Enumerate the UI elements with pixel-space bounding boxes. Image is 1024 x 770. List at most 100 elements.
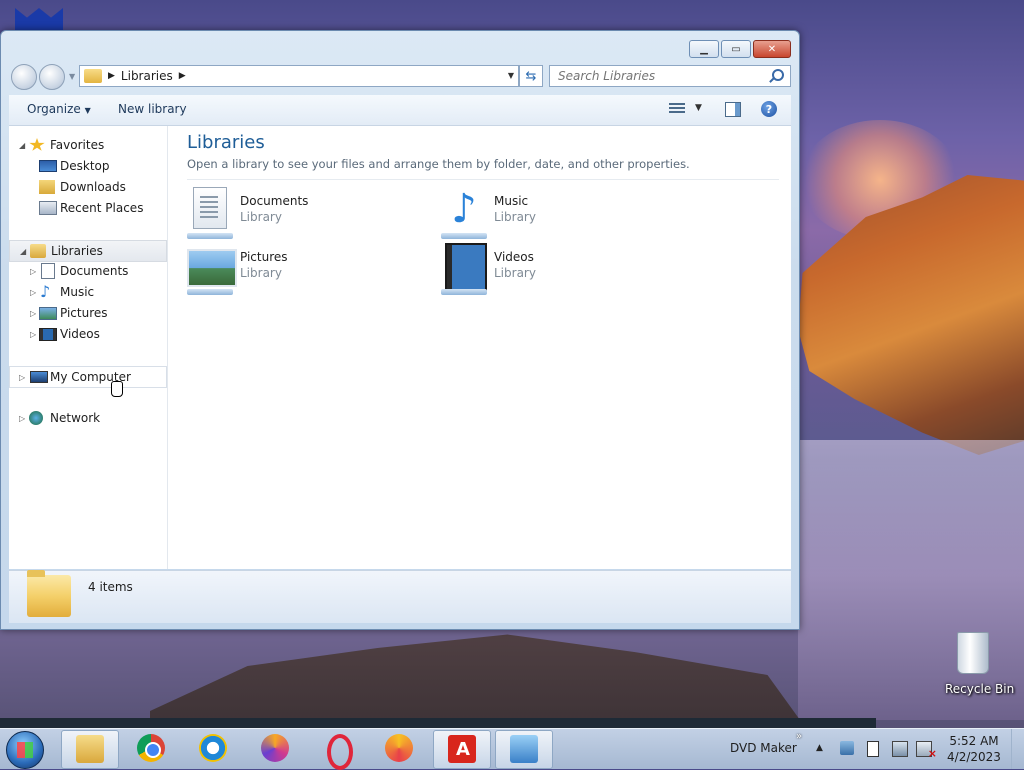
opera-icon: [327, 734, 353, 770]
collapsed-triangle-icon[interactable]: ▷: [30, 267, 36, 276]
taskbar-remote-desktop[interactable]: [495, 730, 553, 769]
back-button[interactable]: [11, 64, 37, 90]
library-name: Videos: [494, 250, 534, 264]
taskbar-internet-explorer[interactable]: [185, 730, 241, 767]
library-videos[interactable]: Videos Library: [441, 243, 671, 295]
shelf-icon: [187, 233, 233, 239]
recycle-bin-icon: [957, 632, 989, 674]
breadcrumb-separator-icon[interactable]: ▶: [108, 71, 115, 81]
nav-documents[interactable]: ▷ Documents: [9, 261, 165, 281]
nav-label: Libraries: [51, 244, 103, 258]
nav-recent-places[interactable]: Recent Places: [9, 198, 165, 218]
collapsed-triangle-icon[interactable]: ▷: [19, 414, 25, 423]
taskbar-explorer[interactable]: [61, 730, 119, 769]
start-button[interactable]: [6, 731, 44, 769]
collapsed-triangle-icon[interactable]: ▷: [30, 330, 36, 339]
music-icon: ♪: [40, 282, 51, 301]
change-view-icon[interactable]: [669, 103, 685, 115]
taskbar-avira[interactable]: [433, 730, 491, 769]
organize-button[interactable]: Organize ▼: [27, 102, 91, 116]
item-count: 4 items: [88, 580, 133, 594]
taskbar-brave-2[interactable]: [371, 730, 427, 767]
maximize-button[interactable]: ▭: [721, 40, 751, 58]
clock[interactable]: 5:52 AM 4/2/2023: [946, 733, 1002, 765]
libraries-icon: [30, 244, 46, 258]
help-icon[interactable]: ?: [761, 101, 777, 117]
nav-label: Videos: [60, 327, 100, 341]
library-type: Library: [494, 210, 536, 224]
expanded-triangle-icon[interactable]: ◢: [19, 141, 25, 150]
volume-muted-icon[interactable]: [916, 741, 937, 760]
taskbar-chrome[interactable]: [123, 730, 179, 767]
collapsed-triangle-icon[interactable]: ▷: [30, 309, 36, 318]
shelf-icon: [441, 233, 487, 239]
tray-toolbar-label[interactable]: DVD Maker: [730, 741, 797, 755]
view-options-dropdown-icon[interactable]: ▼: [695, 103, 702, 113]
nav-label: Downloads: [60, 180, 126, 194]
toolbar-overflow-icon[interactable]: »: [796, 731, 802, 742]
library-view: Libraries Open a library to see your fil…: [169, 126, 791, 569]
explorer-icon: [76, 735, 104, 763]
library-type: Library: [240, 266, 282, 280]
library-name: Music: [494, 194, 529, 208]
recycle-bin-shortcut[interactable]: Recycle Bin: [945, 630, 1015, 700]
favorites-star-icon: [29, 138, 45, 151]
nav-desktop[interactable]: Desktop: [9, 156, 165, 176]
brave-icon: [385, 734, 413, 762]
documents-library-icon: [193, 187, 227, 229]
clock-date: 4/2/2023: [947, 750, 1001, 764]
libraries-folder-icon: [84, 69, 102, 83]
wallpaper-rocks: [150, 634, 800, 720]
nav-label: Recent Places: [60, 201, 144, 215]
desktop-logo: [15, 8, 63, 32]
page-subtitle: Open a library to see your files and arr…: [187, 157, 690, 171]
address-bar[interactable]: ▶ Libraries ▶ ▼: [79, 65, 519, 87]
breadcrumb-chevron-icon[interactable]: ▶: [179, 71, 186, 81]
library-pictures[interactable]: Pictures Library: [187, 243, 417, 295]
taskbar: DVD Maker » ▲ 5:52 AM 4/2/2023: [0, 728, 1024, 770]
nav-network[interactable]: ▷ Network: [9, 408, 165, 428]
search-icon[interactable]: [772, 69, 784, 81]
nav-music[interactable]: ▷ ♪ Music: [9, 282, 165, 302]
show-desktop-button[interactable]: [1011, 729, 1024, 769]
collapsed-triangle-icon[interactable]: ▷: [30, 288, 36, 297]
expanded-triangle-icon[interactable]: ◢: [20, 247, 26, 256]
address-row: ▼ ▶ Libraries ▶ ▼ ⇆: [9, 64, 791, 90]
breadcrumb-libraries[interactable]: Libraries: [121, 69, 173, 83]
documents-icon: [41, 263, 55, 279]
search-box[interactable]: [549, 65, 791, 87]
action-center-flag-icon[interactable]: [867, 741, 879, 757]
shelf-icon: [441, 289, 487, 295]
close-button[interactable]: ✕: [753, 40, 791, 58]
recent-pages-dropdown[interactable]: ▼: [69, 72, 75, 81]
network-tray-icon[interactable]: [892, 741, 908, 757]
tray-app-icon[interactable]: [840, 741, 854, 755]
library-name: Documents: [240, 194, 309, 208]
taskbar-brave[interactable]: [247, 730, 303, 767]
address-dropdown-icon[interactable]: ▼: [508, 71, 514, 80]
collapsed-triangle-icon[interactable]: ▷: [19, 373, 25, 382]
nav-favorites[interactable]: ◢ Favorites: [9, 135, 165, 155]
nav-my-computer[interactable]: ▷ My Computer: [9, 366, 167, 388]
library-name: Pictures: [240, 250, 288, 264]
internet-explorer-icon: [199, 734, 227, 762]
library-music[interactable]: ♪ Music Library: [441, 187, 671, 239]
refresh-button[interactable]: ⇆: [519, 65, 543, 87]
status-bar: 4 items: [9, 570, 791, 623]
nav-pictures[interactable]: ▷ Pictures: [9, 303, 165, 323]
preview-pane-icon[interactable]: [725, 102, 741, 117]
nav-downloads[interactable]: Downloads: [9, 177, 165, 197]
nav-label: Documents: [60, 264, 129, 278]
videos-icon: [39, 327, 57, 341]
nav-libraries[interactable]: ◢ Libraries: [9, 240, 167, 262]
nav-videos[interactable]: ▷ Videos: [9, 324, 165, 344]
taskbar-opera[interactable]: [309, 730, 365, 770]
search-input[interactable]: [556, 68, 770, 84]
minimize-button[interactable]: ▁: [689, 40, 719, 58]
remote-desktop-icon: [510, 735, 538, 763]
show-hidden-icons-icon[interactable]: ▲: [816, 743, 823, 753]
new-library-button[interactable]: New library: [118, 102, 187, 116]
forward-button[interactable]: [39, 64, 65, 90]
page-title: Libraries: [187, 132, 265, 153]
library-documents[interactable]: Documents Library: [187, 187, 417, 239]
